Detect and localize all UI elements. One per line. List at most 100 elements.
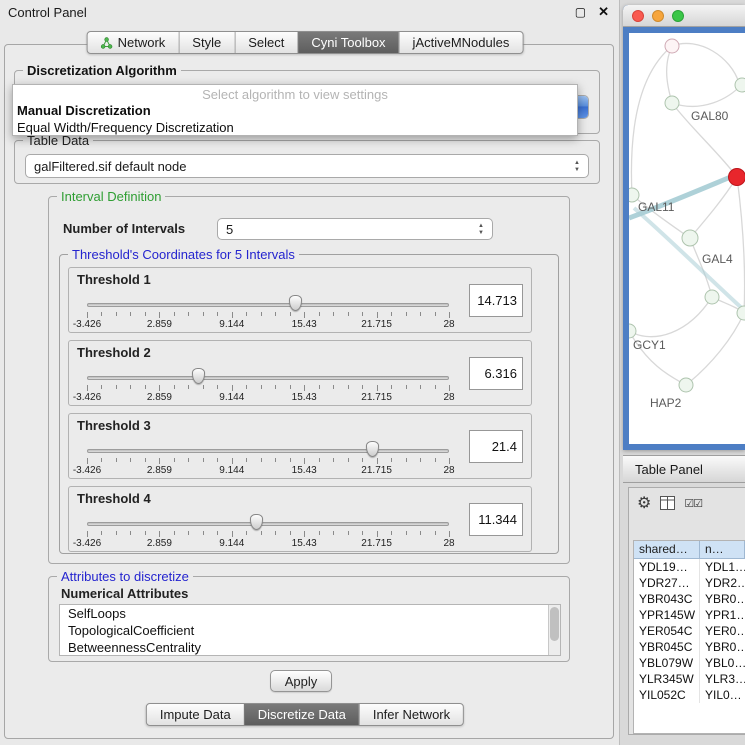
tab-jactivemnodules[interactable]: jActiveMNodules: [399, 32, 523, 53]
tab-network[interactable]: Network: [88, 32, 179, 53]
table-row[interactable]: YIL052CYIL0…: [634, 687, 745, 703]
network-canvas[interactable]: GAL80 GAL11 GAL4 GCY1 HAP2: [629, 33, 745, 444]
tick-mark: [261, 458, 262, 462]
scale-label: 2.859: [147, 538, 172, 549]
algorithm-option-equal-width-frequency-discretization[interactable]: Equal Width/Frequency Discretization: [13, 119, 577, 136]
node[interactable]: [737, 306, 745, 320]
threshold-label: Threshold 4: [77, 491, 151, 506]
slider-thumb[interactable]: [192, 368, 205, 384]
tick-mark: [101, 312, 102, 316]
number-of-intervals-combobox[interactable]: 5 ▲▼: [217, 218, 493, 240]
close-traffic-light[interactable]: [632, 10, 644, 22]
attributes-list[interactable]: SelfLoopsTopologicalCoefficientBetweenne…: [59, 604, 561, 656]
tab-discretize-data[interactable]: Discretize Data: [244, 704, 359, 725]
checkboxes-icon[interactable]: ☑☑: [684, 497, 702, 510]
threshold-value-field[interactable]: 14.713: [469, 284, 523, 317]
tick-mark: [362, 312, 363, 316]
attribute-list-item[interactable]: TopologicalCoefficient: [60, 622, 560, 639]
table-cell: YBL0…: [700, 655, 745, 671]
tick-mark: [319, 385, 320, 389]
node-label: GAL11: [638, 200, 675, 214]
tick-mark: [130, 531, 131, 535]
tick-mark: [188, 312, 189, 316]
threshold-value-field[interactable]: 21.4: [469, 430, 523, 463]
table-row[interactable]: YPR145WYPR1…: [634, 607, 745, 623]
tick-mark: [87, 385, 88, 391]
tick-mark: [333, 385, 334, 389]
minimize-traffic-light[interactable]: [652, 10, 664, 22]
column-header[interactable]: shared…: [634, 541, 700, 559]
close-icon[interactable]: ✕: [598, 4, 609, 20]
tick-mark: [290, 312, 291, 316]
tick-mark: [232, 458, 233, 464]
table-row[interactable]: YDR27…YDR2…: [634, 575, 745, 591]
table-cell: YBR0…: [700, 639, 745, 655]
tick-mark: [203, 531, 204, 535]
node[interactable]: [705, 290, 719, 304]
table-row[interactable]: YBR045CYBR0…: [634, 639, 745, 655]
float-window-icon[interactable]: ▢: [575, 5, 586, 19]
threshold-slider-3[interactable]: -3.4262.8599.14415.4321.71528: [87, 436, 449, 476]
table-toolbar: ⚙ ☑☑: [629, 488, 745, 518]
slider-track[interactable]: [87, 376, 449, 380]
tick-mark: [174, 312, 175, 316]
column-header[interactable]: n…: [700, 541, 745, 559]
threshold-slider-1[interactable]: -3.4262.8599.14415.4321.71528: [87, 290, 449, 330]
node-gal4[interactable]: [682, 230, 698, 246]
slider-track[interactable]: [87, 522, 449, 526]
scale-label: 15.43: [292, 392, 317, 403]
slider-thumb[interactable]: [366, 441, 379, 457]
tick-mark: [449, 458, 450, 464]
threshold-value-field[interactable]: 11.344: [469, 503, 523, 536]
threshold-box-2: Threshold 2-3.4262.8599.14415.4321.71528…: [68, 340, 532, 406]
slider-thumb[interactable]: [289, 295, 302, 311]
scale-label: -3.426: [73, 538, 101, 549]
scale-label: 28: [443, 319, 454, 330]
zoom-traffic-light[interactable]: [672, 10, 684, 22]
attribute-list-item[interactable]: BetweennessCentrality: [60, 639, 560, 656]
tick-mark: [290, 531, 291, 535]
table-row[interactable]: YBL079WYBL0…: [634, 655, 745, 671]
tick-mark: [449, 385, 450, 391]
table-row[interactable]: YDL19…YDL1…: [634, 559, 745, 575]
tab-impute-data[interactable]: Impute Data: [147, 704, 244, 725]
tick-mark: [101, 385, 102, 389]
table-row[interactable]: YER054CYER0…: [634, 623, 745, 639]
scale-label: 28: [443, 465, 454, 476]
column-selector-icon[interactable]: [660, 496, 675, 510]
table-row[interactable]: YBR043CYBR0…: [634, 591, 745, 607]
tab-cyni-toolbox[interactable]: Cyni Toolbox: [297, 32, 398, 53]
node[interactable]: [665, 39, 679, 53]
slider-thumb[interactable]: [250, 514, 263, 530]
apply-button[interactable]: Apply: [270, 670, 332, 692]
slider-track[interactable]: [87, 449, 449, 453]
scrollbar-thumb[interactable]: [550, 607, 559, 641]
gear-icon[interactable]: ⚙: [637, 493, 651, 513]
numerical-attributes-heading: Numerical Attributes: [61, 586, 188, 601]
algorithm-option-manual-discretization[interactable]: Manual Discretization: [13, 102, 577, 119]
tick-mark: [217, 531, 218, 535]
selected-node[interactable]: [729, 169, 745, 186]
attribute-list-item[interactable]: SelfLoops: [60, 605, 560, 622]
threshold-value-field[interactable]: 6.316: [469, 357, 523, 390]
table-data-combobox[interactable]: galFiltered.sif default node ▲▼: [25, 154, 589, 178]
node-gal80[interactable]: [665, 96, 679, 110]
tick-mark: [304, 531, 305, 537]
slider-track[interactable]: [87, 303, 449, 307]
threshold-slider-2[interactable]: -3.4262.8599.14415.4321.71528: [87, 363, 449, 403]
node-hap2[interactable]: [679, 378, 693, 392]
tab-style[interactable]: Style: [178, 32, 234, 53]
bottom-tab-bar: Impute DataDiscretize DataInfer Network: [146, 703, 464, 726]
tick-mark: [145, 531, 146, 535]
tick-mark: [435, 531, 436, 535]
table-cell: YIL0…: [700, 687, 745, 703]
attributes-scrollbar[interactable]: [548, 605, 560, 655]
tab-select[interactable]: Select: [234, 32, 297, 53]
node[interactable]: [735, 78, 745, 92]
tab-infer-network[interactable]: Infer Network: [359, 704, 463, 725]
table-cell: YBR045C: [634, 639, 700, 655]
node-gcy1[interactable]: [629, 324, 636, 338]
threshold-slider-4[interactable]: -3.4262.8599.14415.4321.71528: [87, 509, 449, 549]
tick-mark: [203, 458, 204, 462]
table-row[interactable]: YLR345WYLR3…: [634, 671, 745, 687]
